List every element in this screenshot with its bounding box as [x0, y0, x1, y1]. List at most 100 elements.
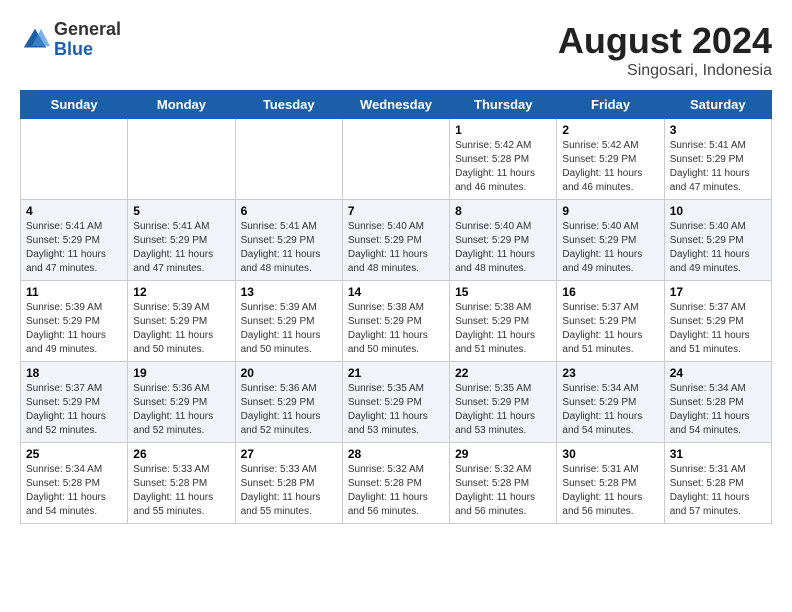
day-number: 23 — [562, 366, 658, 380]
calendar-cell: 16 Sunrise: 5:37 AMSunset: 5:29 PMDayligh… — [557, 281, 664, 362]
weekday-header-thursday: Thursday — [450, 91, 557, 119]
day-info: Sunrise: 5:34 AMSunset: 5:28 PMDaylight:… — [670, 382, 766, 438]
day-number: 29 — [455, 447, 551, 461]
weekday-header-friday: Friday — [557, 91, 664, 119]
calendar-cell: 24 Sunrise: 5:34 AMSunset: 5:28 PMDayligh… — [664, 362, 771, 443]
week-row-3: 11 Sunrise: 5:39 AMSunset: 5:29 PMDayligh… — [21, 281, 772, 362]
calendar-cell: 20 Sunrise: 5:36 AMSunset: 5:29 PMDayligh… — [235, 362, 342, 443]
calendar-cell — [128, 119, 235, 200]
day-info: Sunrise: 5:36 AMSunset: 5:29 PMDaylight:… — [241, 382, 337, 438]
calendar-cell: 7 Sunrise: 5:40 AMSunset: 5:29 PMDaylight… — [342, 200, 449, 281]
day-number: 2 — [562, 123, 658, 137]
calendar-cell — [21, 119, 128, 200]
weekday-header-tuesday: Tuesday — [235, 91, 342, 119]
day-number: 6 — [241, 204, 337, 218]
day-number: 25 — [26, 447, 122, 461]
calendar-table: SundayMondayTuesdayWednesdayThursdayFrid… — [20, 90, 772, 524]
day-number: 10 — [670, 204, 766, 218]
day-number: 15 — [455, 285, 551, 299]
day-number: 7 — [348, 204, 444, 218]
day-info: Sunrise: 5:41 AMSunset: 5:29 PMDaylight:… — [241, 220, 337, 276]
calendar-cell: 13Sunrise: 5:39 AMSunset: 5:29 PMDayligh… — [235, 281, 342, 362]
logo-general-text: General — [54, 20, 121, 40]
calendar-cell: 29Sunrise: 5:32 AMSunset: 5:28 PMDayligh… — [450, 443, 557, 524]
week-row-2: 4 Sunrise: 5:41 AMSunset: 5:29 PMDaylight… — [21, 200, 772, 281]
day-info: Sunrise: 5:41 AMSunset: 5:29 PMDaylight:… — [26, 220, 122, 276]
day-info: Sunrise: 5:33 AMSunset: 5:28 PMDaylight:… — [133, 463, 229, 519]
month-title: August 2024 — [558, 20, 772, 62]
calendar-cell: 9 Sunrise: 5:40 AMSunset: 5:29 PMDaylight… — [557, 200, 664, 281]
day-info: Sunrise: 5:42 AMSunset: 5:28 PMDaylight:… — [455, 139, 551, 195]
day-number: 5 — [133, 204, 229, 218]
day-number: 31 — [670, 447, 766, 461]
day-number: 13 — [241, 285, 337, 299]
day-number: 24 — [670, 366, 766, 380]
calendar-cell: 19 Sunrise: 5:36 AMSunset: 5:29 PMDayligh… — [128, 362, 235, 443]
day-info: Sunrise: 5:39 AMSunset: 5:29 PMDaylight:… — [133, 301, 229, 357]
day-info: Sunrise: 5:35 AMSunset: 5:29 PMDaylight:… — [455, 382, 551, 438]
title-block: August 2024 Singosari, Indonesia — [558, 20, 772, 80]
day-info: Sunrise: 5:40 AMSunset: 5:29 PMDaylight:… — [348, 220, 444, 276]
calendar-cell: 22 Sunrise: 5:35 AMSunset: 5:29 PMDayligh… — [450, 362, 557, 443]
day-info: Sunrise: 5:41 AMSunset: 5:29 PMDaylight:… — [133, 220, 229, 276]
day-info: Sunrise: 5:32 AMSunset: 5:28 PMDaylight:… — [348, 463, 444, 519]
day-number: 19 — [133, 366, 229, 380]
day-number: 22 — [455, 366, 551, 380]
week-row-4: 18 Sunrise: 5:37 AMSunset: 5:29 PMDayligh… — [21, 362, 772, 443]
calendar-cell: 26 Sunrise: 5:33 AMSunset: 5:28 PMDayligh… — [128, 443, 235, 524]
location-label: Singosari, Indonesia — [558, 62, 772, 80]
weekday-header-row: SundayMondayTuesdayWednesdayThursdayFrid… — [21, 91, 772, 119]
calendar-cell: 17Sunrise: 5:37 AMSunset: 5:29 PMDayligh… — [664, 281, 771, 362]
calendar-cell: 11 Sunrise: 5:39 AMSunset: 5:29 PMDayligh… — [21, 281, 128, 362]
page-header: General Blue August 2024 Singosari, Indo… — [20, 20, 772, 80]
logo: General Blue — [20, 20, 121, 60]
calendar-cell: 10 Sunrise: 5:40 AMSunset: 5:29 PMDayligh… — [664, 200, 771, 281]
day-number: 26 — [133, 447, 229, 461]
day-info: Sunrise: 5:37 AMSunset: 5:29 PMDaylight:… — [562, 301, 658, 357]
day-number: 21 — [348, 366, 444, 380]
calendar-cell: 30Sunrise: 5:31 AMSunset: 5:28 PMDayligh… — [557, 443, 664, 524]
day-info: Sunrise: 5:34 AMSunset: 5:28 PMDaylight:… — [26, 463, 122, 519]
day-info: Sunrise: 5:33 AMSunset: 5:28 PMDaylight:… — [241, 463, 337, 519]
calendar-cell: 8 Sunrise: 5:40 AMSunset: 5:29 PMDaylight… — [450, 200, 557, 281]
calendar-cell: 31Sunrise: 5:31 AMSunset: 5:28 PMDayligh… — [664, 443, 771, 524]
day-info: Sunrise: 5:40 AMSunset: 5:29 PMDaylight:… — [562, 220, 658, 276]
day-number: 4 — [26, 204, 122, 218]
calendar-cell: 6 Sunrise: 5:41 AMSunset: 5:29 PMDaylight… — [235, 200, 342, 281]
day-info: Sunrise: 5:39 AMSunset: 5:29 PMDaylight:… — [26, 301, 122, 357]
calendar-cell: 4 Sunrise: 5:41 AMSunset: 5:29 PMDaylight… — [21, 200, 128, 281]
day-info: Sunrise: 5:40 AMSunset: 5:29 PMDaylight:… — [670, 220, 766, 276]
calendar-cell: 25 Sunrise: 5:34 AMSunset: 5:28 PMDayligh… — [21, 443, 128, 524]
calendar-cell: 27 Sunrise: 5:33 AMSunset: 5:28 PMDayligh… — [235, 443, 342, 524]
day-number: 14 — [348, 285, 444, 299]
day-info: Sunrise: 5:37 AMSunset: 5:29 PMDaylight:… — [26, 382, 122, 438]
week-row-5: 25 Sunrise: 5:34 AMSunset: 5:28 PMDayligh… — [21, 443, 772, 524]
day-number: 8 — [455, 204, 551, 218]
day-info: Sunrise: 5:40 AMSunset: 5:29 PMDaylight:… — [455, 220, 551, 276]
day-number: 16 — [562, 285, 658, 299]
weekday-header-monday: Monday — [128, 91, 235, 119]
day-info: Sunrise: 5:35 AMSunset: 5:29 PMDaylight:… — [348, 382, 444, 438]
day-info: Sunrise: 5:36 AMSunset: 5:29 PMDaylight:… — [133, 382, 229, 438]
day-info: Sunrise: 5:38 AMSunset: 5:29 PMDaylight:… — [455, 301, 551, 357]
calendar-cell: 18 Sunrise: 5:37 AMSunset: 5:29 PMDayligh… — [21, 362, 128, 443]
day-info: Sunrise: 5:42 AMSunset: 5:29 PMDaylight:… — [562, 139, 658, 195]
calendar-cell: 23Sunrise: 5:34 AMSunset: 5:29 PMDayligh… — [557, 362, 664, 443]
day-number: 20 — [241, 366, 337, 380]
logo-icon — [20, 25, 50, 55]
calendar-cell: 5 Sunrise: 5:41 AMSunset: 5:29 PMDaylight… — [128, 200, 235, 281]
day-number: 9 — [562, 204, 658, 218]
calendar-cell — [235, 119, 342, 200]
calendar-cell: 2 Sunrise: 5:42 AMSunset: 5:29 PMDaylight… — [557, 119, 664, 200]
day-number: 12 — [133, 285, 229, 299]
day-number: 28 — [348, 447, 444, 461]
day-number: 1 — [455, 123, 551, 137]
day-number: 3 — [670, 123, 766, 137]
day-number: 27 — [241, 447, 337, 461]
day-number: 17 — [670, 285, 766, 299]
calendar-cell: 14Sunrise: 5:38 AMSunset: 5:29 PMDayligh… — [342, 281, 449, 362]
day-info: Sunrise: 5:31 AMSunset: 5:28 PMDaylight:… — [562, 463, 658, 519]
day-number: 11 — [26, 285, 122, 299]
day-number: 18 — [26, 366, 122, 380]
weekday-header-sunday: Sunday — [21, 91, 128, 119]
